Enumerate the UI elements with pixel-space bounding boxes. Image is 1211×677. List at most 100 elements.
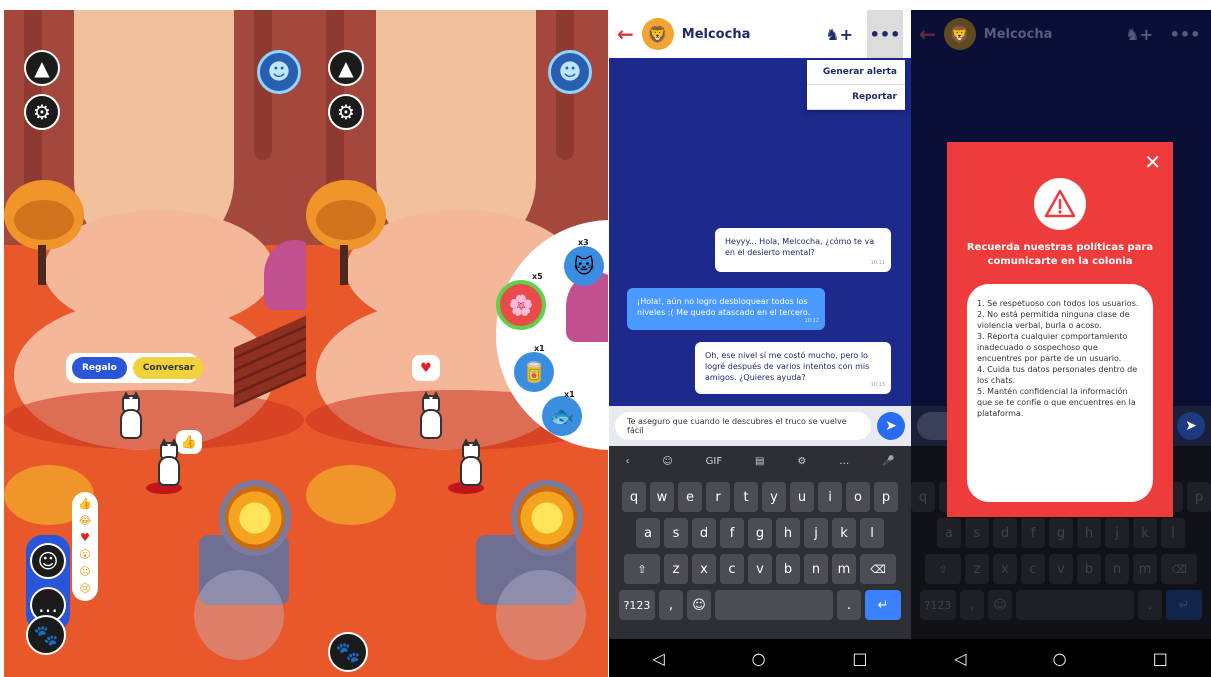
key-b[interactable]: b — [1077, 554, 1101, 584]
nav-home-icon[interactable]: ○ — [752, 649, 766, 668]
key-l[interactable]: l — [1161, 518, 1185, 548]
keyboard-settings-icon[interactable]: ⚙ — [797, 456, 806, 467]
emoji-button[interactable]: ☺ — [30, 543, 66, 579]
key-p[interactable]: p — [874, 482, 898, 512]
emoji-laugh-icon[interactable]: 😂 — [79, 514, 92, 528]
add-cat-icon[interactable]: ♞+ — [825, 25, 853, 44]
emoji-key[interactable]: ☺ — [687, 590, 711, 620]
talk-button[interactable]: Conversar — [132, 357, 205, 379]
mic-icon[interactable]: 🎤 — [882, 456, 894, 467]
key-m[interactable]: m — [832, 554, 856, 584]
key-x[interactable]: x — [692, 554, 716, 584]
emoji-thumbs-up-icon[interactable]: 👍 — [78, 497, 92, 511]
add-cat-icon[interactable]: ♞+ — [1125, 25, 1153, 44]
emoji-key[interactable]: ☺ — [988, 590, 1012, 620]
key-u[interactable]: u — [790, 482, 814, 512]
clipboard-icon[interactable]: ▤ — [755, 456, 764, 467]
nav-back-icon[interactable]: ◁ — [652, 649, 664, 668]
message-input[interactable]: Te aseguro que cuando le descubres el tr… — [615, 412, 871, 440]
comma-key[interactable]: , — [960, 590, 984, 620]
emoji-sad-icon[interactable]: ☹ — [79, 565, 90, 579]
backspace-key[interactable]: ⌫ — [860, 554, 896, 584]
key-z[interactable]: z — [664, 554, 688, 584]
key-f[interactable]: f — [720, 518, 744, 548]
key-v[interactable]: v — [748, 554, 772, 584]
key-o[interactable]: o — [846, 482, 870, 512]
key-k[interactable]: k — [1133, 518, 1157, 548]
numbers-key[interactable]: ?123 — [619, 590, 655, 620]
numbers-key[interactable]: ?123 — [920, 590, 956, 620]
shift-key[interactable]: ⇧ — [624, 554, 660, 584]
key-s[interactable]: s — [965, 518, 989, 548]
shift-key[interactable]: ⇧ — [925, 554, 961, 584]
key-m[interactable]: m — [1133, 554, 1157, 584]
nav-back-icon[interactable]: ◁ — [954, 649, 966, 668]
backspace-key[interactable]: ⌫ — [1161, 554, 1197, 584]
contact-avatar[interactable]: 🦁 — [641, 18, 674, 50]
key-g[interactable]: g — [1049, 518, 1073, 548]
key-n[interactable]: n — [804, 554, 828, 584]
key-v[interactable]: v — [1049, 554, 1073, 584]
key-e[interactable]: e — [678, 482, 702, 512]
space-key[interactable] — [1016, 590, 1134, 620]
close-icon[interactable]: ✕ — [1144, 150, 1161, 174]
inventory-fish-bone[interactable]: 🐟 — [542, 396, 582, 436]
settings-button[interactable]: ⚙ — [24, 94, 60, 130]
inventory-flower[interactable]: 🌸 — [496, 280, 546, 330]
profile-cat-button[interactable]: ▲ — [24, 50, 60, 86]
emoji-cry-icon[interactable]: 😢 — [79, 582, 90, 596]
key-d[interactable]: d — [692, 518, 716, 548]
inventory-cat-toy[interactable]: 🐱 — [564, 246, 604, 286]
nav-home-icon[interactable]: ○ — [1053, 649, 1067, 668]
emoji-heart-icon[interactable]: ♥ — [80, 531, 90, 545]
key-z[interactable]: z — [965, 554, 989, 584]
paw-menu-button[interactable]: 🐾 — [26, 615, 66, 655]
inventory-tuna-can[interactable]: 🥫 — [514, 352, 554, 392]
enter-key[interactable]: ↵ — [865, 590, 901, 620]
key-p[interactable]: p — [1187, 482, 1211, 512]
portal[interactable] — [511, 480, 583, 556]
space-key[interactable] — [715, 590, 833, 620]
send-button[interactable]: ➤ — [877, 412, 905, 440]
collapse-icon[interactable]: ‹ — [625, 456, 629, 467]
more-options-icon[interactable]: ••• — [867, 10, 903, 58]
white-cat-npc[interactable] — [116, 391, 146, 441]
joystick[interactable] — [496, 570, 586, 660]
sticker-icon[interactable]: ☺ — [662, 456, 672, 467]
key-a[interactable]: a — [937, 518, 961, 548]
more-icon[interactable]: … — [839, 456, 849, 467]
key-t[interactable]: t — [734, 482, 758, 512]
back-arrow-icon[interactable]: ← — [617, 22, 634, 46]
gift-button[interactable]: Regalo — [72, 357, 127, 379]
key-w[interactable]: w — [650, 482, 674, 512]
period-key[interactable]: . — [837, 590, 861, 620]
comma-key[interactable]: , — [659, 590, 683, 620]
portal[interactable] — [219, 480, 291, 556]
white-cat-npc[interactable] — [416, 391, 446, 441]
key-s[interactable]: s — [664, 518, 688, 548]
player-cat[interactable] — [456, 438, 486, 488]
key-q[interactable]: q — [911, 482, 935, 512]
key-x[interactable]: x — [993, 554, 1017, 584]
key-g[interactable]: g — [748, 518, 772, 548]
send-button[interactable]: ➤ — [1177, 412, 1205, 440]
key-a[interactable]: a — [636, 518, 660, 548]
key-y[interactable]: y — [762, 482, 786, 512]
key-b[interactable]: b — [776, 554, 800, 584]
emoji-wow-icon[interactable]: 😮 — [79, 548, 90, 562]
key-h[interactable]: h — [1077, 518, 1101, 548]
key-r[interactable]: r — [706, 482, 730, 512]
key-i[interactable]: i — [818, 482, 842, 512]
key-h[interactable]: h — [776, 518, 800, 548]
key-j[interactable]: j — [1105, 518, 1129, 548]
user-avatar-button[interactable]: ☻ — [257, 50, 301, 94]
gif-button[interactable]: GIF — [706, 456, 722, 467]
key-j[interactable]: j — [804, 518, 828, 548]
player-cat[interactable] — [154, 438, 184, 488]
key-d[interactable]: d — [993, 518, 1017, 548]
profile-cat-button[interactable]: ▲ — [328, 50, 364, 86]
report-item[interactable]: Reportar — [807, 85, 905, 110]
contact-avatar[interactable]: 🦁 — [943, 18, 976, 50]
key-c[interactable]: c — [1021, 554, 1045, 584]
key-l[interactable]: l — [860, 518, 884, 548]
